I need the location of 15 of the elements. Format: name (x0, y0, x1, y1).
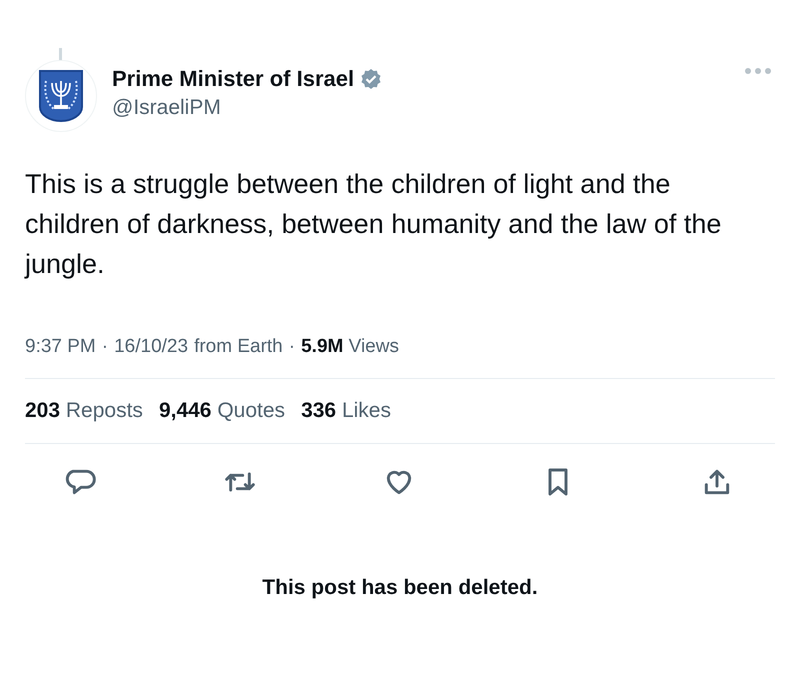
view-count: 5.9M Views (301, 336, 399, 358)
stat-link[interactable]: 203 Reposts (25, 399, 143, 423)
post-source: from Earth (194, 336, 283, 358)
separator-dot: · (102, 336, 108, 358)
post-date[interactable]: 16/10/23 (114, 336, 188, 358)
post-text: This is a struggle between the children of light and the children of darkness, between humanity and the law of the jungle. (25, 168, 722, 281)
account-name[interactable]: Prime Minister of Israel (112, 66, 354, 92)
avatar[interactable] (25, 60, 97, 132)
deleted-notice: This post has been deleted. (262, 576, 538, 600)
stat-link[interactable]: 9,446 Quotes (158, 399, 286, 423)
emblem-drawing (38, 69, 84, 123)
account-handle[interactable]: @IsraeliPM (112, 96, 726, 120)
stat-link[interactable]: 336 Likes (301, 399, 391, 423)
separator-dot: · (288, 336, 296, 358)
post-time[interactable]: 9:37 PM (25, 336, 96, 358)
